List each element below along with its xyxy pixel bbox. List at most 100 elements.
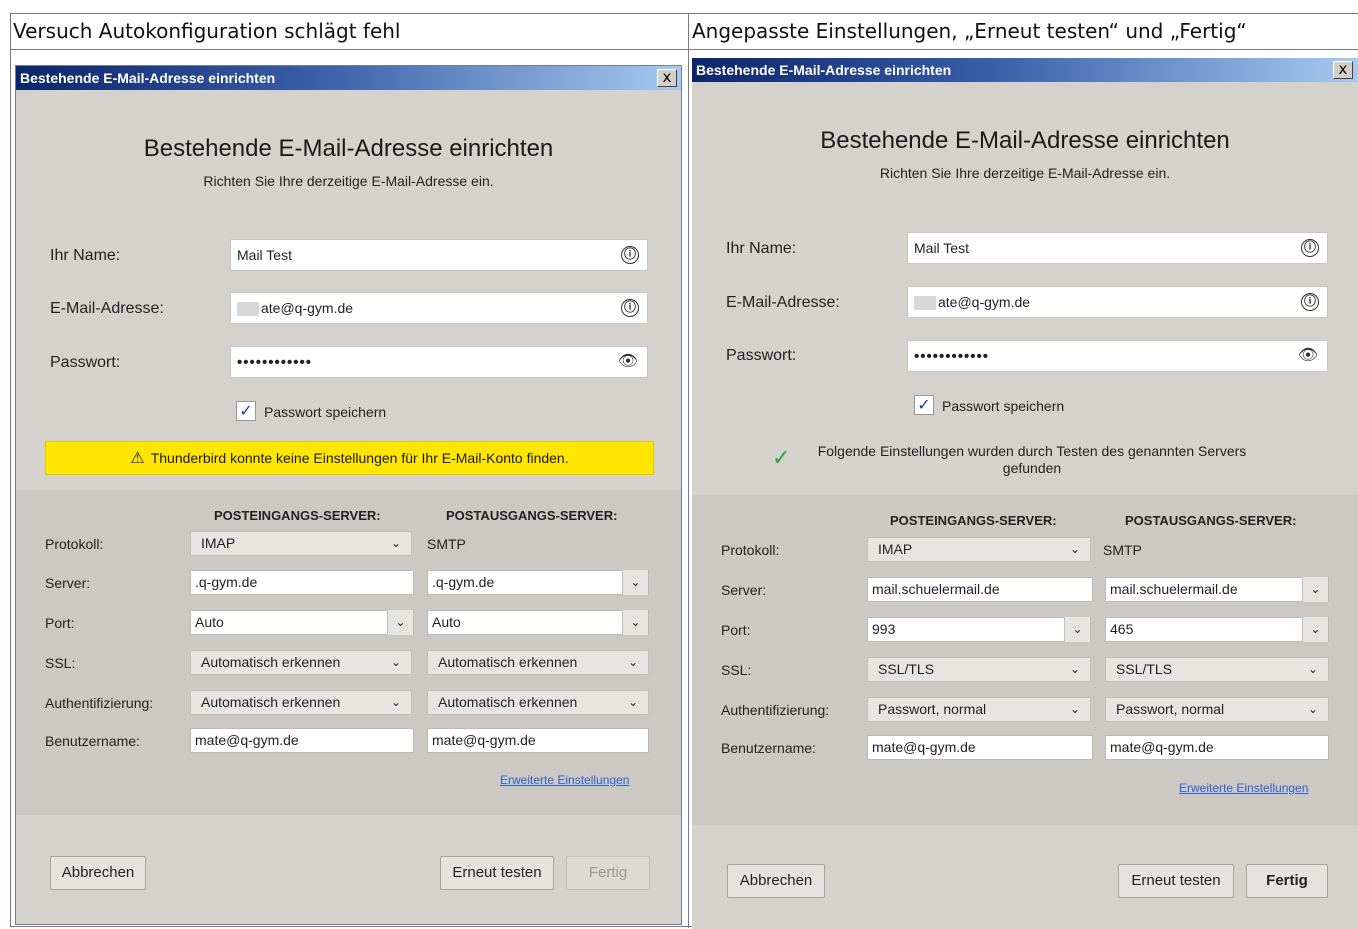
username-label: Benutzername: — [45, 733, 140, 749]
email-input[interactable]: ate@q-gym.de ⓘ — [230, 292, 648, 324]
protocol-label: Protokoll: — [721, 542, 780, 558]
dialog-subheading: Richten Sie Ihre derzeitige E-Mail-Adres… — [879, 165, 1171, 181]
incoming-port-input[interactable]: Auto — [190, 610, 414, 635]
incoming-username-input[interactable]: mate@q-gym.de — [867, 735, 1093, 760]
outgoing-ssl-select[interactable]: SSL/TLS ⌄ — [1105, 657, 1329, 682]
incoming-protocol-value: IMAP — [201, 535, 236, 551]
outgoing-server-dropdown[interactable]: ⌄ — [622, 570, 648, 595]
password-input[interactable]: •••••••••••• 👁 — [230, 346, 648, 378]
eye-slash-icon[interactable]: 👁 — [617, 352, 639, 372]
outgoing-port-value: 465 — [1110, 621, 1134, 637]
password-value: •••••••••••• — [237, 354, 313, 371]
eye-slash-icon[interactable]: 👁 — [1297, 346, 1319, 366]
name-label: Ihr Name: — [50, 247, 121, 264]
dialog-autoconfig-failed: Bestehende E-Mail-Adresse einrichten x B… — [15, 65, 682, 925]
chevron-down-icon: ⌄ — [1307, 702, 1318, 716]
email-input[interactable]: ate@q-gym.de ⓘ — [907, 286, 1328, 318]
success-message-line-2: gefunden — [1002, 460, 1062, 476]
incoming-auth-value: Automatisch erkennen — [201, 694, 341, 710]
server-settings-panel: POSTEINGANGS-SERVER: POSTAUSGANGS-SERVER… — [16, 490, 681, 815]
email-label: E-Mail-Adresse: — [50, 300, 164, 317]
dialog-subheading: Richten Sie Ihre derzeitige E-Mail-Adres… — [203, 173, 494, 189]
outgoing-ssl-value: SSL/TLS — [1116, 661, 1173, 677]
outgoing-server-value: .q-gym.de — [432, 574, 495, 590]
name-input[interactable]: Mail Test ⓘ — [230, 239, 648, 271]
incoming-port-dropdown[interactable]: ⌄ — [1064, 617, 1090, 642]
incoming-username-input[interactable]: mate@q-gym.de — [190, 728, 414, 753]
chevron-down-icon: ⌄ — [1310, 622, 1321, 636]
outgoing-port-dropdown[interactable]: ⌄ — [622, 610, 648, 635]
column-divider — [688, 49, 689, 928]
advanced-settings-link[interactable]: Erweiterte Einstellungen — [1179, 781, 1308, 795]
outgoing-server-input[interactable]: .q-gym.de — [427, 570, 649, 595]
incoming-port-input[interactable]: 993 — [867, 617, 1091, 642]
incoming-server-input[interactable]: mail.schuelermail.de — [867, 577, 1093, 602]
incoming-auth-value: Passwort, normal — [878, 701, 987, 717]
retest-button[interactable]: Erneut testen — [440, 856, 554, 890]
outgoing-port-input[interactable]: Auto — [427, 610, 649, 635]
success-message: Folgende Einstellungen wurden durch Test… — [792, 443, 1272, 477]
cancel-button[interactable]: Abbrechen — [50, 856, 146, 890]
success-check-icon: ✓ — [772, 446, 791, 471]
server-label: Server: — [45, 575, 91, 591]
name-value: Mail Test — [914, 240, 969, 256]
done-button[interactable]: Fertig — [1246, 864, 1328, 898]
retest-button[interactable]: Erneut testen — [1118, 864, 1234, 898]
outgoing-ssl-select[interactable]: Automatisch erkennen ⌄ — [427, 650, 649, 675]
chevron-down-icon: ⌄ — [1307, 662, 1318, 676]
password-input[interactable]: •••••••••••• 👁 — [907, 340, 1328, 372]
outgoing-protocol-value: SMTP — [427, 536, 466, 552]
port-label: Port: — [721, 622, 751, 638]
dialog-custom-settings: Bestehende E-Mail-Adresse einrichten x B… — [692, 58, 1358, 929]
server-settings-panel: POSTEINGANGS-SERVER: POSTAUSGANGS-SERVER… — [692, 495, 1358, 825]
incoming-auth-select[interactable]: Automatisch erkennen ⌄ — [190, 690, 412, 715]
incoming-protocol-select[interactable]: IMAP ⌄ — [867, 537, 1091, 562]
save-password-label: Passwort speichern — [942, 398, 1065, 414]
outgoing-port-dropdown[interactable]: ⌄ — [1302, 617, 1328, 642]
redacted-text — [237, 302, 259, 317]
incoming-ssl-select[interactable]: SSL/TLS ⌄ — [867, 657, 1091, 682]
save-password-checkbox[interactable]: ✓ — [914, 395, 934, 415]
outgoing-auth-select[interactable]: Automatisch erkennen ⌄ — [427, 690, 649, 715]
incoming-server-header: POSTEINGANGS-SERVER: — [214, 508, 381, 523]
outgoing-port-value: Auto — [432, 614, 461, 630]
outgoing-auth-select[interactable]: Passwort, normal ⌄ — [1105, 697, 1329, 722]
info-icon[interactable]: ⓘ — [621, 299, 639, 317]
incoming-port-value: Auto — [195, 614, 224, 630]
outgoing-server-header: POSTAUSGANGS-SERVER: — [1125, 513, 1297, 528]
info-icon[interactable]: ⓘ — [1301, 239, 1319, 257]
cancel-button[interactable]: Abbrechen — [727, 864, 825, 898]
incoming-port-dropdown[interactable]: ⌄ — [387, 610, 413, 635]
info-icon[interactable]: ⓘ — [621, 246, 639, 264]
done-button[interactable]: Fertig — [566, 856, 650, 890]
outgoing-server-input[interactable]: mail.schuelermail.de — [1105, 577, 1329, 602]
info-icon[interactable]: ⓘ — [1301, 293, 1319, 311]
save-password-checkbox[interactable]: ✓ — [236, 401, 256, 421]
incoming-auth-select[interactable]: Passwort, normal ⌄ — [867, 697, 1091, 722]
outgoing-server-dropdown[interactable]: ⌄ — [1302, 577, 1328, 602]
outgoing-port-input[interactable]: 465 — [1105, 617, 1329, 642]
outgoing-username-input[interactable]: mate@q-gym.de — [427, 728, 649, 753]
warning-icon: ⚠ — [130, 448, 145, 467]
email-value: ate@q-gym.de — [261, 300, 354, 316]
outgoing-server-header: POSTAUSGANGS-SERVER: — [446, 508, 618, 523]
server-label: Server: — [721, 582, 767, 598]
chevron-down-icon: ⌄ — [630, 575, 641, 589]
close-icon[interactable]: x — [657, 69, 677, 87]
advanced-settings-link[interactable]: Erweiterte Einstellungen — [500, 773, 629, 787]
close-icon[interactable]: x — [1333, 61, 1353, 79]
name-label: Ihr Name: — [726, 240, 797, 257]
ssl-label: SSL: — [721, 662, 752, 678]
incoming-protocol-select[interactable]: IMAP ⌄ — [190, 531, 412, 556]
outgoing-server-value: mail.schuelermail.de — [1110, 581, 1238, 597]
chevron-down-icon: ⌄ — [1069, 662, 1080, 676]
dialog-titlebar: Bestehende E-Mail-Adresse einrichten — [692, 58, 1358, 82]
name-input[interactable]: Mail Test ⓘ — [907, 232, 1328, 264]
incoming-ssl-select[interactable]: Automatisch erkennen ⌄ — [190, 650, 412, 675]
chevron-down-icon: ⌄ — [1072, 622, 1083, 636]
protocol-label: Protokoll: — [45, 536, 104, 552]
email-label: E-Mail-Adresse: — [726, 294, 840, 311]
password-label: Passwort: — [726, 347, 797, 364]
outgoing-username-input[interactable]: mate@q-gym.de — [1105, 735, 1329, 760]
incoming-server-input[interactable]: .q-gym.de — [190, 570, 414, 595]
